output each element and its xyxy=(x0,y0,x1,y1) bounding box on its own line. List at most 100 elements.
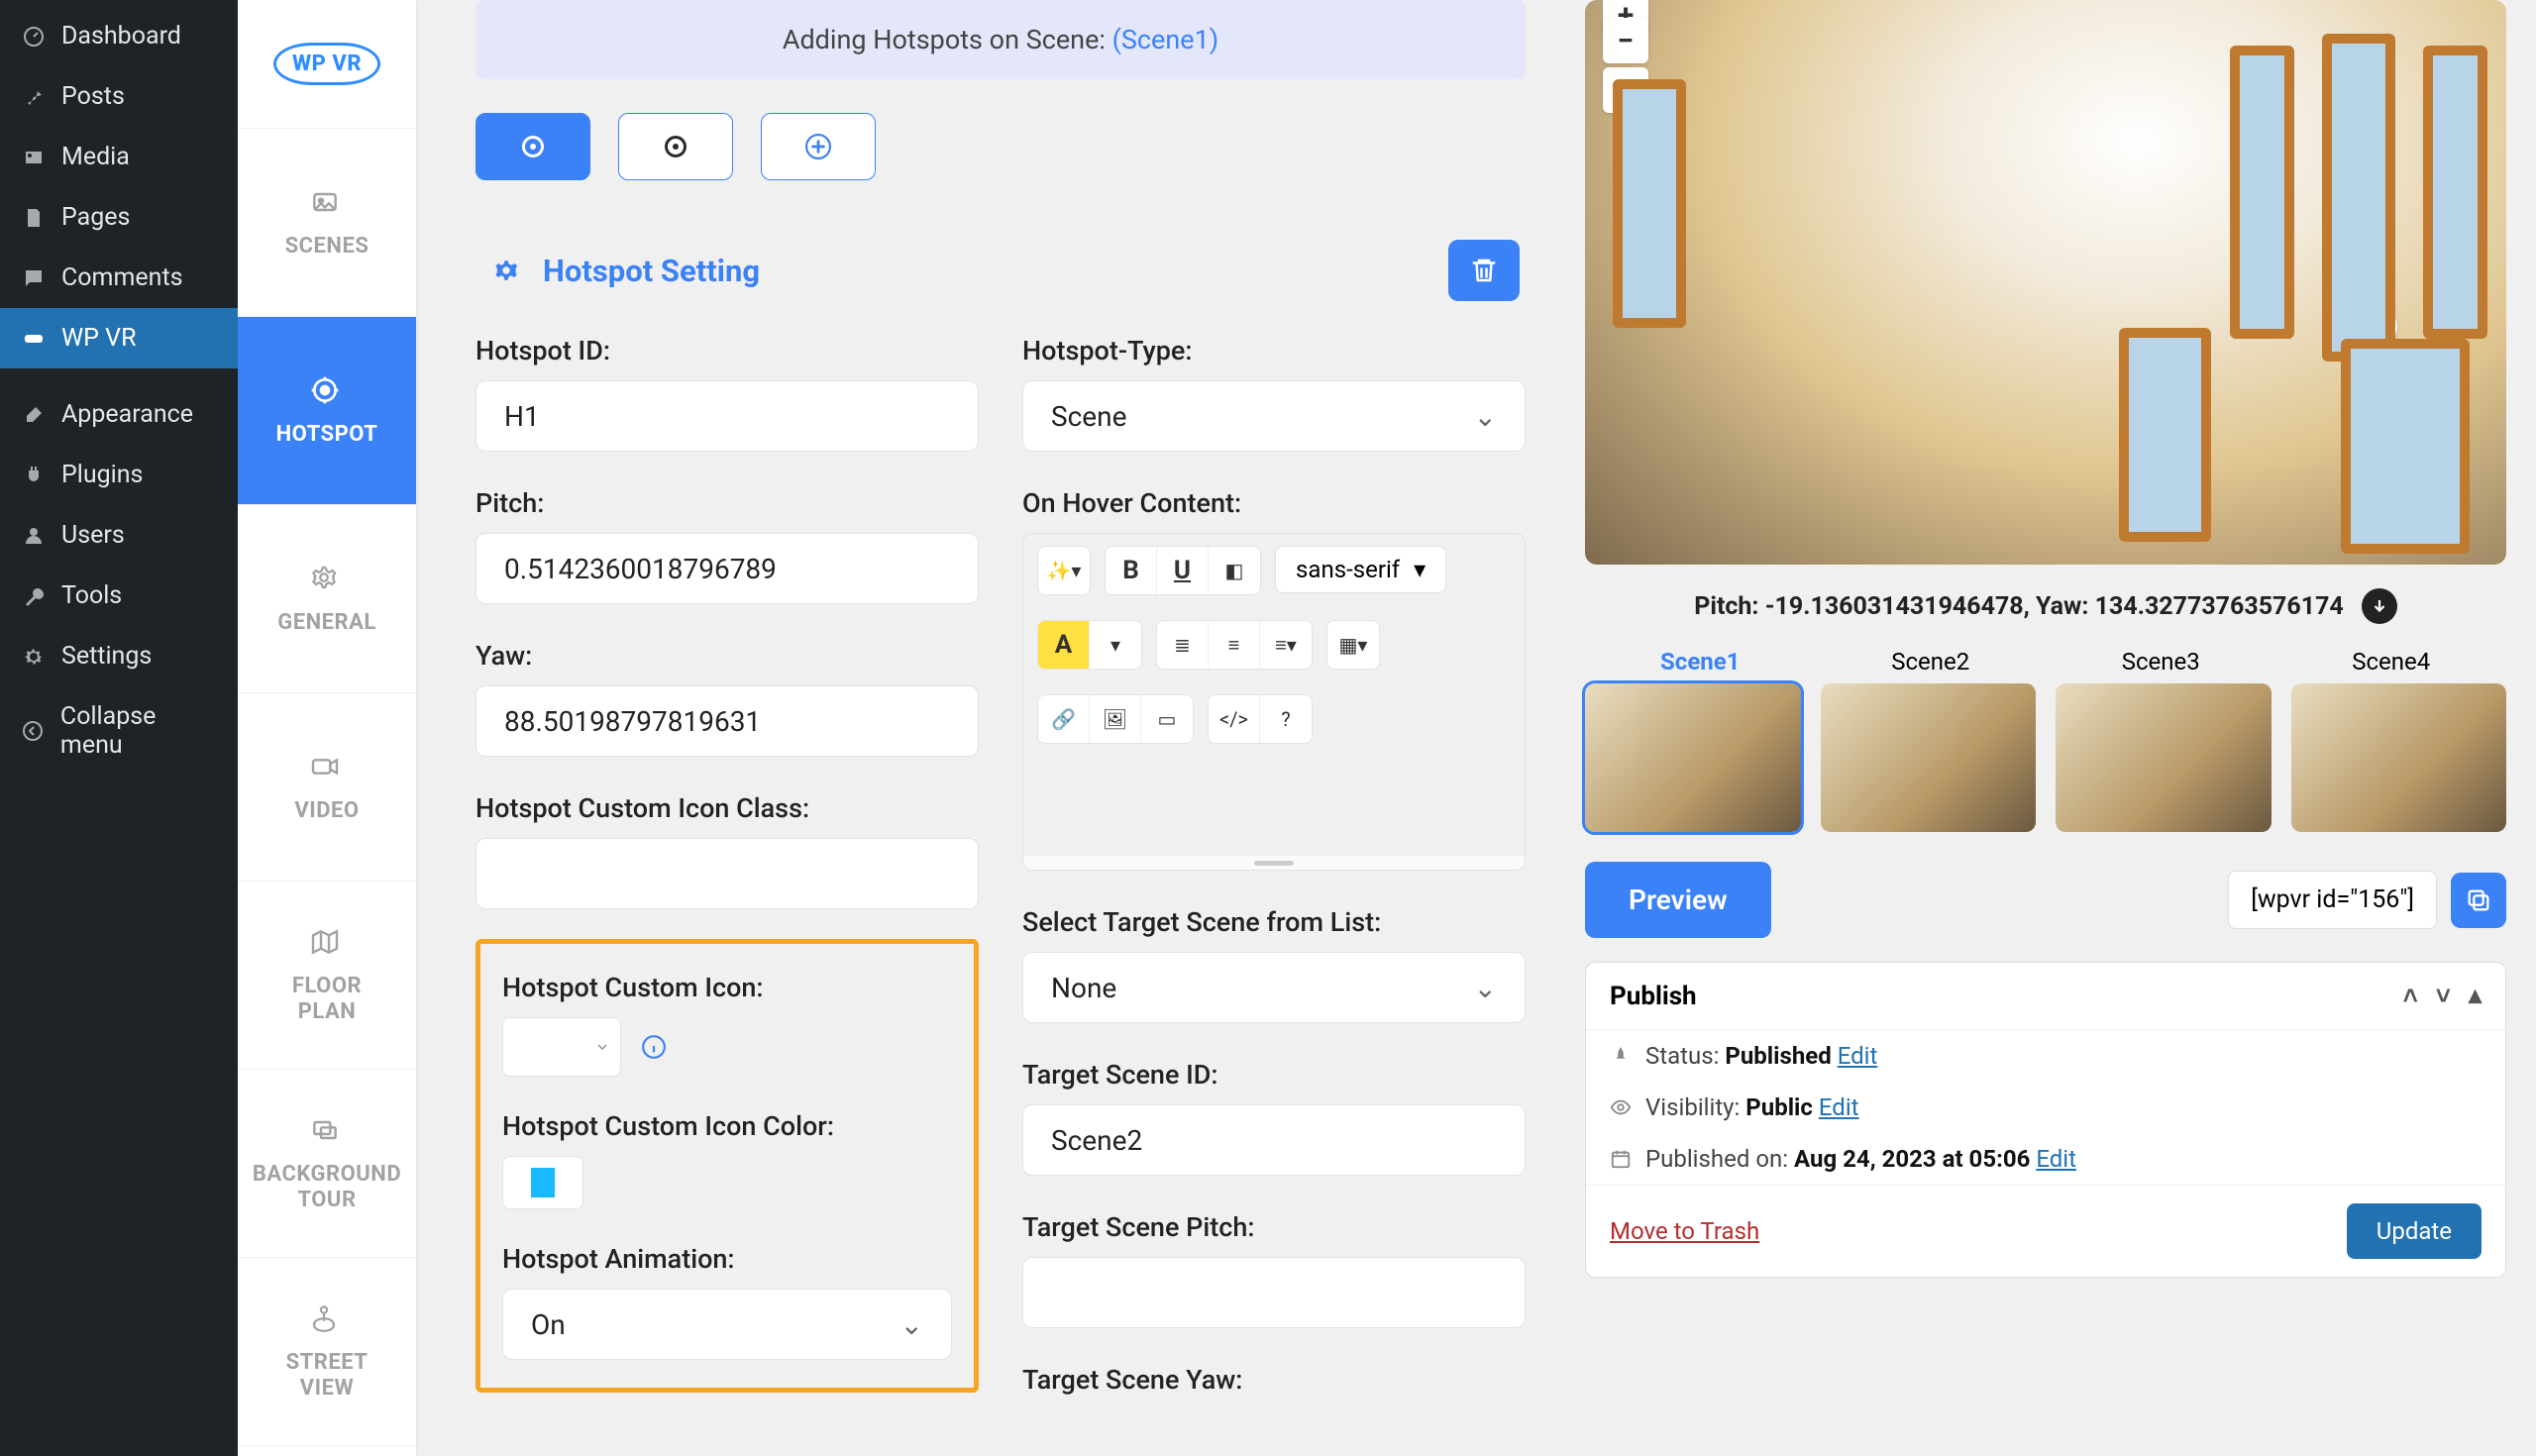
hotspot-id-input[interactable] xyxy=(476,380,979,452)
rte-help-button[interactable]: ? xyxy=(1260,695,1312,743)
wp-menu-collapse-menu[interactable]: Collapse menu xyxy=(0,686,238,776)
rte-textcolor-button[interactable]: A xyxy=(1038,621,1090,669)
edit-status-link[interactable]: Edit xyxy=(1838,1042,1878,1070)
scene-thumb-scene3[interactable] xyxy=(2056,683,2272,832)
banner-scene-link[interactable]: (Scene1) xyxy=(1112,24,1219,55)
panorama-preview[interactable]: + − xyxy=(1585,0,2506,565)
target-icon xyxy=(522,136,544,157)
rte-align-button[interactable]: ≡▾ xyxy=(1260,621,1312,669)
floorplan-icon xyxy=(309,926,345,962)
publish-title: Publish xyxy=(1610,982,1697,1011)
hotspot-tab-2[interactable] xyxy=(618,113,733,180)
wp-menu-posts[interactable]: Posts xyxy=(0,66,238,127)
wp-menu-dashboard[interactable]: Dashboard xyxy=(0,6,238,66)
target-icon xyxy=(665,136,687,157)
wp-menu-plugins[interactable]: Plugins xyxy=(0,445,238,505)
hotspot-id-field: Hotspot ID: xyxy=(476,335,979,452)
pitch-input[interactable] xyxy=(476,533,979,604)
plugin-tab-streetview[interactable]: STREETVIEW xyxy=(238,1258,416,1446)
hotspot-type-select[interactable]: Scene ⌄ xyxy=(1022,380,1526,452)
scene-thumb-scene1[interactable] xyxy=(1585,683,1801,832)
rte-resize-handle[interactable] xyxy=(1023,856,1525,870)
scene-tab-scene2[interactable]: Scene2 xyxy=(1816,648,2047,683)
target-scene-id-input[interactable] xyxy=(1022,1104,1526,1176)
scene-thumb-scene4[interactable] xyxy=(2291,683,2507,832)
plugin-tab-scenes[interactable]: SCENES xyxy=(238,129,416,317)
wp-menu-settings[interactable]: Settings xyxy=(0,626,238,686)
delete-hotspot-button[interactable] xyxy=(1448,240,1520,301)
rte-textcolor-dropdown[interactable]: ▾ xyxy=(1090,621,1141,669)
rte-magic-button[interactable]: ✨▾ xyxy=(1038,547,1090,594)
scene-thumb-scene2[interactable] xyxy=(1821,683,2037,832)
update-button[interactable]: Update xyxy=(2347,1203,2482,1259)
wp-menu-users[interactable]: Users xyxy=(0,505,238,566)
plugin-tab-floorplan[interactable]: FLOORPLAN xyxy=(238,882,416,1070)
hover-content-field: On Hover Content: ✨▾ B U ◧ sans-serif xyxy=(1022,487,1526,871)
preview-coordinates: Pitch: -19.136031431946478, Yaw: 134.327… xyxy=(1585,588,2506,624)
rte-image-button[interactable]: 🖼 xyxy=(1090,695,1141,743)
plugin-tab-general[interactable]: GENERAL xyxy=(238,505,416,693)
wp-menu-media[interactable]: Media xyxy=(0,127,238,187)
hotspot-add-button[interactable] xyxy=(761,113,876,180)
wp-menu-appearance[interactable]: Appearance xyxy=(0,384,238,445)
rte-link-button[interactable]: 🔗 xyxy=(1038,695,1090,743)
copy-shortcode-button[interactable] xyxy=(2451,873,2506,928)
page-icon xyxy=(20,204,48,232)
general-icon xyxy=(309,563,345,598)
scene-tab-scene3[interactable]: Scene3 xyxy=(2046,648,2276,683)
brush-icon xyxy=(20,401,48,429)
wrench-icon xyxy=(20,582,48,610)
hotspot-tab-1[interactable] xyxy=(476,113,590,180)
rte-code-button[interactable]: </> xyxy=(1209,695,1260,743)
scene-banner: Adding Hotspots on Scene: (Scene1) xyxy=(476,0,1526,79)
plugin-tab-hotspot[interactable]: HOTSPOT xyxy=(238,317,416,505)
icon-color-swatch[interactable] xyxy=(502,1156,583,1209)
custom-icon-field: Hotspot Custom Icon: xyxy=(502,972,952,1077)
plugin-tab-bgtour[interactable]: BACKGROUNDTOUR xyxy=(238,1070,416,1258)
rte-table-button[interactable]: ▦▾ xyxy=(1327,621,1379,669)
preview-button[interactable]: Preview xyxy=(1585,862,1771,938)
user-icon xyxy=(20,522,48,550)
target-yaw-field: Target Scene Yaw: xyxy=(1022,1364,1526,1409)
yaw-field: Yaw: xyxy=(476,640,979,757)
target-scene-select[interactable]: None ⌄ xyxy=(1022,952,1526,1023)
rte-underline-button[interactable]: U xyxy=(1157,547,1209,594)
panel-down-button[interactable]: ˅ xyxy=(2436,981,2451,1011)
hotspot-switcher xyxy=(476,113,1526,180)
rte-bold-button[interactable]: B xyxy=(1106,547,1157,594)
wp-menu-tools[interactable]: Tools xyxy=(0,566,238,626)
wp-admin-sidebar: DashboardPostsMediaPagesCommentsWP VR App… xyxy=(0,0,238,1456)
yaw-input[interactable] xyxy=(476,685,979,757)
wp-menu-comments[interactable]: Comments xyxy=(0,248,238,308)
target-pitch-input[interactable] xyxy=(1022,1257,1526,1328)
animation-field: Hotspot Animation: On ⌄ xyxy=(502,1243,952,1360)
panel-up-button[interactable]: ˄ xyxy=(2403,981,2418,1011)
scene-tab-scene1[interactable]: Scene1 xyxy=(1585,648,1816,683)
apply-coords-button[interactable] xyxy=(2362,588,2397,624)
wp-menu-pages[interactable]: Pages xyxy=(0,187,238,248)
move-to-trash-link[interactable]: Move to Trash xyxy=(1610,1217,1759,1245)
rte-ol-button[interactable]: ≡ xyxy=(1209,621,1260,669)
custom-icon-picker[interactable] xyxy=(502,1017,621,1077)
highlighted-section: Hotspot Custom Icon: Hotspot Custom Icon… xyxy=(476,939,979,1393)
publish-box: Publish ˄ ˅ ▴ Status: Published Edit Vis… xyxy=(1585,962,2506,1278)
edit-date-link[interactable]: Edit xyxy=(2036,1145,2076,1173)
rte-eraser-button[interactable]: ◧ xyxy=(1209,547,1260,594)
edit-visibility-link[interactable]: Edit xyxy=(1819,1093,1859,1121)
info-icon[interactable] xyxy=(641,1034,667,1060)
rte-video-button[interactable]: ▭ xyxy=(1141,695,1193,743)
rte-font-select[interactable]: sans-serif ▾ xyxy=(1275,546,1446,593)
animation-select[interactable]: On ⌄ xyxy=(502,1289,952,1360)
pin-icon xyxy=(20,83,48,111)
plugin-tab-video[interactable]: VIDEO xyxy=(238,693,416,882)
media-icon xyxy=(20,144,48,171)
wp-menu-wp-vr[interactable]: WP VR xyxy=(0,308,238,368)
panel-toggle-button[interactable]: ▴ xyxy=(2469,981,2482,1011)
rte-content-area[interactable] xyxy=(1023,757,1525,856)
chevron-down-icon xyxy=(594,1039,610,1055)
gear-icon xyxy=(491,256,521,285)
icon-class-input[interactable] xyxy=(476,838,979,909)
rte-ul-button[interactable]: ≣ xyxy=(1157,621,1209,669)
hotspot-setting-heading: Hotspot Setting xyxy=(491,253,760,289)
scene-tab-scene4[interactable]: Scene4 xyxy=(2276,648,2507,683)
